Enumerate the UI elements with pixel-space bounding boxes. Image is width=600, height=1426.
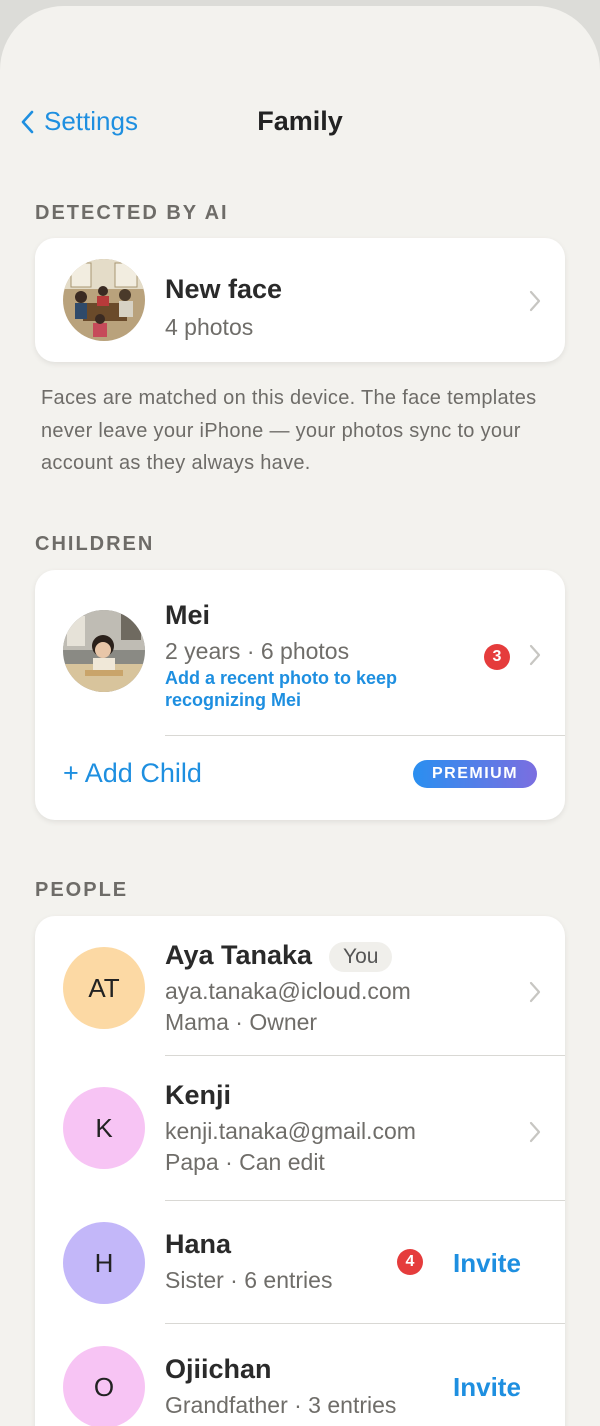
child-photo	[63, 610, 145, 692]
section-label-detected: DETECTED BY AI	[35, 202, 229, 224]
new-face-subtitle: 4 photos	[165, 314, 254, 340]
privacy-note: Faces are matched on this device. The fa…	[41, 387, 537, 474]
phone-screen: Settings Family DETECTED BY AI New face …	[0, 6, 600, 1426]
people-card: AT Aya Tanaka You aya.tanaka@icloud.com …	[35, 916, 565, 1426]
chevron-right-icon	[529, 290, 541, 312]
avatar: O	[63, 1346, 145, 1426]
avatar: AT	[63, 947, 145, 1029]
person-role: Papa · Can edit	[165, 1149, 325, 1175]
nav-bar: Settings Family	[0, 102, 600, 146]
premium-badge: PREMIUM	[413, 760, 537, 788]
children-card: Mei 2 years · 6 photos Add a recent phot…	[35, 570, 565, 820]
you-tag: You	[329, 942, 393, 972]
add-child-button[interactable]: + Add Child	[63, 758, 202, 789]
person-row-kenji[interactable]: K Kenji kenji.tanaka@gmail.com Papa · Ca…	[35, 1056, 565, 1195]
section-label-children: CHILDREN	[35, 533, 155, 555]
person-role: Mama · Owner	[165, 1009, 318, 1035]
avatar: K	[63, 1087, 145, 1169]
chevron-right-icon	[529, 644, 541, 666]
page-title: Family	[257, 106, 343, 136]
chevron-right-icon	[529, 981, 541, 1003]
person-name: Aya Tanaka	[165, 940, 313, 970]
child-meta: 2 years · 6 photos	[165, 638, 350, 664]
chevron-right-icon	[529, 1121, 541, 1143]
person-meta: Sister · 6 entries	[165, 1267, 333, 1293]
person-row-aya[interactable]: AT Aya Tanaka You aya.tanaka@icloud.com …	[35, 916, 565, 1055]
person-row-ojiichan[interactable]: O Ojiichan Grandfather · 3 entries Invit…	[35, 1324, 565, 1426]
invite-button[interactable]: Invite	[453, 1248, 521, 1279]
person-meta: Grandfather · 3 entries	[165, 1392, 397, 1418]
new-face-card[interactable]: New face 4 photos	[35, 238, 565, 362]
person-row-hana[interactable]: H Hana Sister · 6 entries 4 Invite	[35, 1201, 565, 1323]
person-email: aya.tanaka@icloud.com	[165, 978, 411, 1004]
person-name: Hana	[165, 1229, 232, 1259]
divider	[165, 735, 565, 736]
child-hint-link[interactable]: Add a recent photo to keep recognizing M…	[165, 667, 455, 711]
child-name: Mei	[165, 600, 211, 630]
person-name: Ojiichan	[165, 1354, 272, 1384]
new-face-photo	[63, 259, 145, 341]
avatar: H	[63, 1222, 145, 1304]
person-name: Kenji	[165, 1080, 232, 1110]
person-email: kenji.tanaka@gmail.com	[165, 1118, 416, 1144]
new-face-title: New face	[165, 274, 283, 304]
section-label-people: PEOPLE	[35, 879, 129, 901]
notification-badge: 3	[484, 644, 510, 670]
child-row-mei[interactable]: Mei 2 years · 6 photos Add a recent phot…	[35, 570, 565, 730]
notification-badge: 4	[397, 1249, 423, 1275]
invite-button[interactable]: Invite	[453, 1372, 521, 1403]
